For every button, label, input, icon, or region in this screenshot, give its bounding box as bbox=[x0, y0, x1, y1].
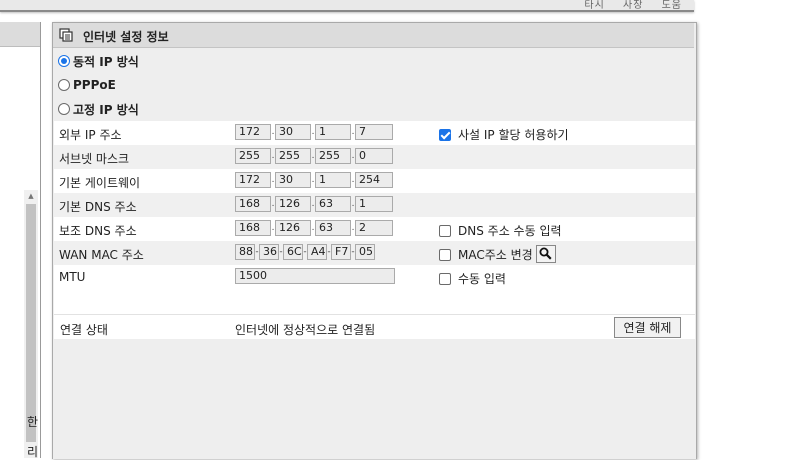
ip-octet-field[interactable]: 172 bbox=[235, 124, 271, 140]
disconnect-button[interactable]: 연결 해제 bbox=[614, 317, 681, 338]
field-label: MTU bbox=[59, 270, 86, 284]
window-copy-icon bbox=[59, 28, 73, 42]
field-label: 외부 IP 주소 bbox=[59, 128, 122, 142]
row-wan-mac: WAN MAC 주소 88- 36- 6C - A4- F7- 05 MAC주소 … bbox=[54, 241, 695, 265]
mac-octet-field[interactable]: 88 bbox=[235, 244, 255, 260]
row-primary-dns: 기본 DNS 주소 168. 126. 63. 1 bbox=[54, 193, 695, 217]
field-label: 기본 DNS 주소 bbox=[59, 200, 137, 214]
radio-label[interactable]: 동적 IP 방식 bbox=[73, 53, 139, 70]
mac-octet-field[interactable]: 05 bbox=[355, 244, 375, 260]
subnet-mask-input: 255. 255. 255. 0 bbox=[235, 148, 393, 164]
mac-octet-field[interactable]: 36 bbox=[259, 244, 279, 260]
radio-button-icon[interactable] bbox=[58, 79, 70, 91]
radio-dynamic-ip[interactable]: 동적 IP 방식 bbox=[58, 51, 139, 71]
ip-octet-field[interactable]: 0 bbox=[355, 148, 393, 164]
status-value: 인터넷에 정상적으로 연결됨 bbox=[235, 323, 376, 337]
status-label: 연결 상태 bbox=[60, 323, 108, 337]
row-external-ip: 외부 IP 주소 172. 30. 1. 7 사설 IP 할당 허용하기 bbox=[54, 121, 695, 145]
left-nav-frame: ▲ 한 리 bbox=[0, 22, 41, 460]
row-gateway: 기본 게이트웨이 172. 30. 1. 254 bbox=[54, 169, 695, 193]
ip-octet-field[interactable]: 168 bbox=[235, 220, 271, 236]
field-label: WAN MAC 주소 bbox=[59, 248, 144, 262]
secondary-dns-input: 168. 126. 63. 2 bbox=[235, 220, 393, 236]
left-nav-text-fragment[interactable]: 한 bbox=[27, 413, 38, 430]
row-subnet-mask: 서브넷 마스크 255. 255. 255. 0 bbox=[54, 145, 695, 169]
mtu-input: 1500 bbox=[235, 268, 395, 284]
panel-title-bar: 인터넷 설정 정보 bbox=[53, 23, 694, 48]
ip-octet-field[interactable]: 168 bbox=[235, 196, 271, 212]
gateway-input: 172. 30. 1. 254 bbox=[235, 172, 393, 188]
option-label[interactable]: MAC주소 변경 bbox=[458, 246, 533, 263]
field-label: 기본 게이트웨이 bbox=[59, 176, 141, 190]
spacer-row bbox=[54, 289, 695, 315]
ip-octet-field[interactable]: 63 bbox=[315, 196, 351, 212]
checkbox-icon[interactable] bbox=[439, 224, 451, 237]
search-icon bbox=[539, 247, 552, 260]
checkbox-checked-icon[interactable] bbox=[439, 128, 451, 141]
ip-octet-field[interactable]: 126 bbox=[275, 196, 311, 212]
mac-octet-field[interactable]: A4 bbox=[307, 244, 327, 260]
checkbox-icon[interactable] bbox=[439, 272, 451, 285]
ip-octet-field[interactable]: 172 bbox=[235, 172, 271, 188]
left-nav-header bbox=[0, 22, 40, 47]
settings-table: 외부 IP 주소 172. 30. 1. 7 사설 IP 할당 허용하기 서브넷… bbox=[54, 121, 695, 289]
ip-octet-field[interactable]: 30 bbox=[275, 172, 311, 188]
ip-octet-field[interactable]: 2 bbox=[355, 220, 393, 236]
private-ip-option[interactable]: 사설 IP 할당 허용하기 bbox=[439, 126, 569, 143]
ip-octet-field[interactable]: 1 bbox=[315, 124, 351, 140]
mac-octet-field[interactable]: F7 bbox=[331, 244, 351, 260]
wan-mac-input: 88- 36- 6C - A4- F7- 05 bbox=[235, 244, 375, 260]
radio-button-icon[interactable] bbox=[58, 55, 70, 67]
manual-mtu-option[interactable]: 수동 입력 bbox=[439, 270, 506, 287]
radio-pppoe[interactable]: PPPoE bbox=[58, 75, 116, 95]
scroll-up-arrow-icon[interactable]: ▲ bbox=[24, 190, 38, 202]
ip-octet-field[interactable]: 1 bbox=[355, 196, 393, 212]
row-mtu: MTU 1500 수동 입력 bbox=[54, 265, 695, 289]
option-label[interactable]: DNS 주소 수동 입력 bbox=[458, 222, 562, 239]
top-links: 타시 사장 도움 bbox=[570, 0, 682, 11]
mac-search-button[interactable] bbox=[535, 244, 556, 263]
option-label[interactable]: 사설 IP 할당 허용하기 bbox=[458, 126, 569, 143]
field-label: 보조 DNS 주소 bbox=[59, 224, 137, 238]
radio-label[interactable]: PPPoE bbox=[73, 78, 116, 92]
external-ip-input: 172. 30. 1. 7 bbox=[235, 124, 393, 140]
ip-octet-field[interactable]: 1 bbox=[315, 172, 351, 188]
mtu-field[interactable]: 1500 bbox=[235, 268, 395, 284]
primary-dns-input: 168. 126. 63. 1 bbox=[235, 196, 393, 212]
field-label: 서브넷 마스크 bbox=[59, 152, 130, 166]
ip-octet-field[interactable]: 63 bbox=[315, 220, 351, 236]
top-link-3[interactable]: 도움 bbox=[662, 0, 682, 11]
mac-change-option[interactable]: MAC주소 변경 bbox=[439, 244, 556, 263]
radio-button-icon[interactable] bbox=[58, 103, 70, 115]
mac-octet-field[interactable]: 6C bbox=[283, 244, 303, 260]
row-connection-status: 연결 상태 인터넷에 정상적으로 연결됨 연결 해제 bbox=[54, 315, 695, 339]
radio-label[interactable]: 고정 IP 방식 bbox=[73, 101, 139, 118]
manual-dns-option[interactable]: DNS 주소 수동 입력 bbox=[439, 222, 562, 239]
radio-static-ip[interactable]: 고정 IP 방식 bbox=[58, 99, 139, 119]
ip-octet-field[interactable]: 254 bbox=[355, 172, 393, 188]
option-label[interactable]: 수동 입력 bbox=[458, 270, 506, 287]
ip-octet-field[interactable]: 255 bbox=[315, 148, 351, 164]
top-link-2[interactable]: 사장 bbox=[623, 0, 643, 11]
internet-settings-panel: 인터넷 설정 정보 동적 IP 방식 PPPoE 고정 IP 방식 외부 IP … bbox=[52, 22, 697, 459]
checkbox-icon[interactable] bbox=[439, 248, 451, 261]
scroll-thumb[interactable] bbox=[26, 204, 36, 442]
left-nav-text-fragment[interactable]: 리 bbox=[27, 443, 38, 460]
ip-octet-field[interactable]: 126 bbox=[275, 220, 311, 236]
top-link-1[interactable]: 타시 bbox=[584, 0, 604, 11]
ip-octet-field[interactable]: 255 bbox=[235, 148, 271, 164]
row-secondary-dns: 보조 DNS 주소 168. 126. 63. 2 DNS 주소 수동 입력 bbox=[54, 217, 695, 241]
top-header-bar: 타시 사장 도움 bbox=[0, 0, 694, 12]
ip-octet-field[interactable]: 7 bbox=[355, 124, 393, 140]
ip-octet-field[interactable]: 255 bbox=[275, 148, 311, 164]
ip-octet-field[interactable]: 30 bbox=[275, 124, 311, 140]
panel-title: 인터넷 설정 정보 bbox=[83, 30, 169, 44]
